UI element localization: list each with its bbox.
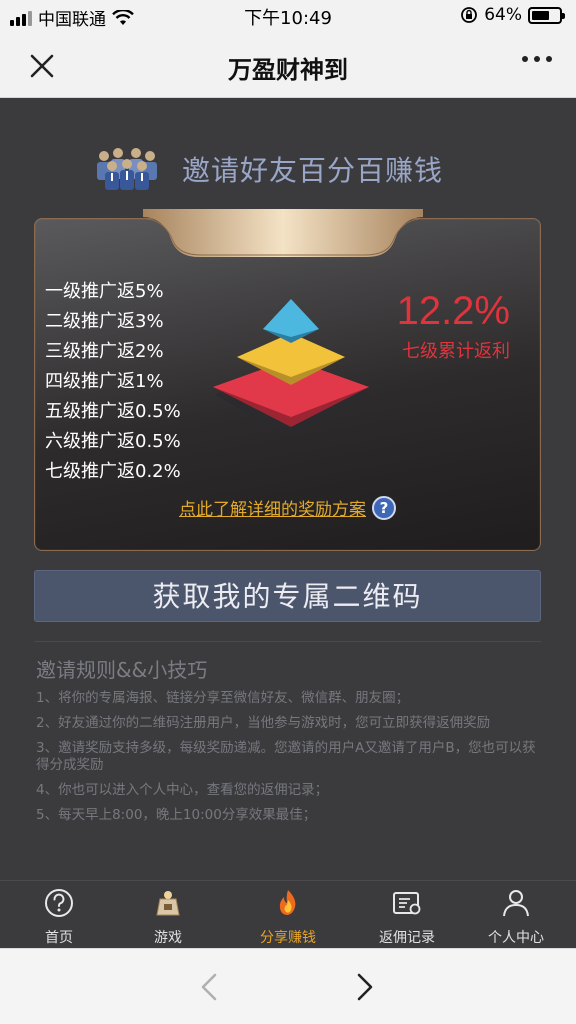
invite-title: 邀请好友百分百赚钱	[182, 154, 444, 187]
battery-percent: 64%	[484, 5, 522, 25]
tab-share-earn[interactable]: 分享赚钱	[238, 887, 338, 947]
main-content: 邀请好友百分百赚钱 一级推广返5% 二级推广返3% 三级推广返2% 四级推广返1…	[0, 98, 576, 880]
divider	[34, 641, 541, 642]
level-item: 三级推广返2%	[45, 341, 164, 362]
level-list: 一级推广返5% 二级推广返3% 三级推广返2% 四级推广返1% 五级推广返0.5…	[45, 277, 181, 487]
level-item: 五级推广返0.5%	[45, 401, 181, 422]
tab-label: 首页	[45, 930, 73, 946]
more-icon[interactable]	[522, 56, 552, 62]
rule-item: 2、好友通过你的二维码注册用户，当他参与游戏时，您可立即获得返佣奖励	[36, 715, 491, 731]
battery-fill	[532, 10, 549, 20]
tab-profile[interactable]: 个人中心	[466, 887, 566, 947]
get-qr-code-button[interactable]: 获取我的专属二维码	[34, 570, 541, 622]
tab-home[interactable]: 首页	[9, 887, 109, 947]
pyramid-graphic	[213, 299, 369, 437]
rule-item: 5、每天早上8:00，晚上10:00分享效果最佳；	[36, 807, 317, 823]
reward-detail-link-text[interactable]: 点此了解详细的奖励方案	[179, 495, 366, 520]
forward-arrow-icon[interactable]	[346, 969, 382, 1005]
tab-label: 返佣记录	[379, 930, 435, 946]
back-arrow-icon[interactable]	[192, 969, 228, 1005]
reward-detail-link[interactable]: 点此了解详细的奖励方案 ?	[179, 495, 396, 520]
level-item: 一级推广返5%	[45, 281, 164, 302]
battery-icon	[528, 6, 565, 24]
tab-game[interactable]: 游戏	[118, 887, 218, 947]
question-icon[interactable]: ?	[372, 495, 396, 520]
people-group-icon	[97, 148, 157, 190]
level-item: 四级推广返1%	[45, 371, 164, 392]
tab-label: 游戏	[154, 930, 182, 946]
tab-label: 个人中心	[488, 930, 544, 946]
browser-toolbar	[0, 948, 576, 1024]
rule-item: 4、你也可以进入个人中心，查看您的返佣记录；	[36, 782, 329, 798]
tab-label: 分享赚钱	[260, 930, 316, 946]
total-rate-value: 12.2%	[396, 289, 510, 333]
rule-item: 3、邀请奖励支持多级，每级奖励递减。您邀请的用户A又邀请了用户B，您也可以获得分…	[36, 740, 536, 773]
game-icon	[156, 891, 180, 916]
page-title: 万盈财神到	[228, 56, 348, 84]
help-circle-icon	[45, 889, 73, 917]
total-rate-label: 七级累计返利	[402, 341, 510, 362]
rules-title: 邀请规则&&小技巧	[36, 658, 208, 682]
status-bar: 中国联通 下午10:49 64%	[0, 0, 576, 32]
rules-list: 1、将你的专属海报、链接分享至微信好友、微信群、朋友圈； 2、好友通过你的二维码…	[36, 690, 546, 832]
flame-icon	[279, 890, 296, 915]
rule-item: 1、将你的专属海报、链接分享至微信好友、微信群、朋友圈；	[36, 690, 410, 706]
level-item: 七级推广返0.2%	[45, 461, 181, 482]
level-item: 六级推广返0.5%	[45, 431, 181, 452]
invite-header: 邀请好友百分百赚钱	[92, 146, 443, 192]
reward-card: 一级推广返5% 二级推广返3% 三级推广返2% 四级推广返1% 五级推广返0.5…	[34, 209, 541, 551]
tab-bar: 首页 游戏 分享赚钱 返佣记录 个人中心	[0, 880, 576, 948]
level-item: 二级推广返3%	[45, 311, 164, 332]
user-icon	[503, 890, 529, 917]
card-gold-tab	[143, 209, 423, 257]
nav-bar: 万盈财神到	[0, 32, 576, 98]
status-right: 64%	[460, 5, 565, 25]
tab-commission-records[interactable]: 返佣记录	[357, 887, 457, 947]
certificate-icon	[393, 892, 421, 915]
rotation-lock-icon	[461, 7, 478, 23]
